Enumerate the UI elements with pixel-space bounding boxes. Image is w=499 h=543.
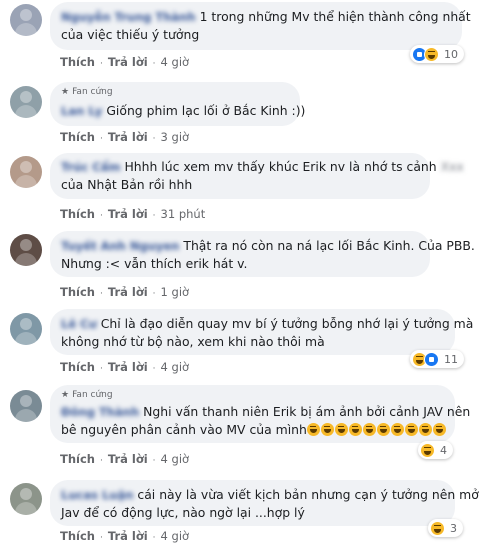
reaction-count: 10	[444, 47, 458, 61]
comment-actions: Thích · Trả lời · 4 giờ	[60, 360, 190, 374]
comment-bubble: Tuyết Anh Nguyen Thật ra nó còn na ná lạc…	[50, 231, 475, 277]
comment-text-line-1: Giống phim lạc lối ở Bắc Kinh :))	[106, 103, 306, 118]
fan-badge: ★ Fan cứng	[61, 390, 113, 400]
reply-button[interactable]: Trả lời	[108, 130, 148, 144]
commenter-name[interactable]: Đông Thành	[61, 403, 139, 421]
like-button[interactable]: Thích	[60, 452, 95, 466]
star-icon: ★	[61, 87, 70, 97]
fan-badge: ★ Fan cứng	[61, 87, 113, 97]
comment-actions: Thích · Trả lời · 4 giờ	[60, 452, 190, 466]
reply-button[interactable]: Trả lời	[108, 529, 148, 543]
avatar[interactable]	[10, 390, 42, 422]
comment-text-line-1: Chỉ là đạo diễn quay mv bí ý tưởng bỗng …	[100, 316, 474, 331]
timestamp[interactable]: 1 giờ	[161, 285, 190, 299]
comment-text-line-2: của Nhật Bản rồi hhh	[61, 177, 193, 192]
comment-actions: Thích · Trả lời · 31 phút	[60, 207, 206, 221]
haha-icon	[420, 442, 435, 458]
comment-text-line-1: 1 trong những Mv thể hiện thành công nhấ…	[199, 9, 471, 24]
laughing-emoji-row	[306, 423, 446, 436]
haha-icon	[424, 46, 439, 62]
commenter-name[interactable]: Lê Cư	[61, 315, 97, 333]
commenter-name[interactable]: Trúc Cẩm	[61, 158, 120, 176]
timestamp[interactable]: 31 phút	[161, 207, 206, 221]
reaction-summary[interactable]: 3	[428, 519, 463, 537]
comment-text-line-2: không nhớ từ bộ nào, xem khi nào thôi mà	[61, 334, 325, 349]
like-button[interactable]: Thích	[60, 285, 95, 299]
comment-text-line-2: bê nguyên phân cảnh vào MV của mình	[61, 422, 307, 437]
timestamp[interactable]: 4 giờ	[161, 452, 190, 466]
reply-button[interactable]: Trả lời	[108, 207, 148, 221]
star-icon: ★	[61, 390, 70, 400]
timestamp[interactable]: 4 giờ	[161, 529, 190, 543]
like-button[interactable]: Thích	[60, 529, 95, 543]
comment-text-line-1: Nghi vấn thanh niên Erik bị ám ảnh bởi c…	[143, 404, 471, 419]
reply-button[interactable]: Trả lời	[108, 360, 148, 374]
like-icon	[424, 351, 439, 367]
like-button[interactable]: Thích	[60, 360, 95, 374]
commenter-name[interactable]: Lan Ly	[61, 102, 102, 120]
comment-text-line-1: cái này là vừa viết kịch bản nhưng cạn ý…	[137, 487, 479, 502]
haha-icon	[430, 520, 445, 536]
avatar[interactable]	[10, 86, 42, 118]
blurred-word: Xxx	[440, 159, 464, 174]
timestamp[interactable]: 4 giờ	[161, 360, 190, 374]
avatar[interactable]	[10, 156, 42, 188]
commenter-name[interactable]: Nguyễn Trung Thành	[61, 8, 196, 26]
comment-text-line-2: Jav để có động lực, nào ngờ lại ...hợp l…	[61, 505, 305, 520]
commenter-name[interactable]: Tuyết Anh Nguyen	[61, 237, 179, 255]
reaction-summary[interactable]: 4	[418, 441, 453, 459]
like-button[interactable]: Thích	[60, 130, 95, 144]
like-button[interactable]: Thích	[60, 55, 95, 69]
comment-text-line-2: Nhưng :< vẫn thích erik hát v.	[61, 256, 248, 271]
reaction-count: 3	[450, 521, 457, 535]
avatar[interactable]	[10, 483, 42, 515]
reply-button[interactable]: Trả lời	[108, 452, 148, 466]
avatar[interactable]	[10, 234, 42, 266]
comment-text-line-1: Hhhh lúc xem mv thấy khúc Erik nv là nhớ…	[124, 159, 437, 174]
avatar[interactable]	[10, 4, 42, 36]
timestamp[interactable]: 4 giờ	[161, 55, 190, 69]
comment-bubble: Lucas Luận cái này là vừa viết kịch bản n…	[50, 480, 479, 526]
comment-bubble: Nguyễn Trung Thành 1 trong những Mv thể h…	[50, 2, 471, 50]
comment-bubble: Trúc Cẩm Hhhh lúc xem mv thấy khúc Erik n…	[50, 153, 464, 199]
comment-actions: Thích · Trả lời · 4 giờ	[60, 529, 190, 543]
reaction-summary[interactable]: 11	[410, 350, 464, 368]
reaction-summary[interactable]: 10	[410, 45, 464, 63]
reaction-count: 4	[440, 443, 447, 457]
comment-actions: Thích · Trả lời · 3 giờ	[60, 130, 190, 144]
comment-bubble: ★ Fan cứng Đông Thành Nghi vấn thanh niên …	[50, 385, 470, 443]
commenter-name[interactable]: Lucas Luận	[61, 486, 133, 504]
comment-bubble: Lê Cư Chỉ là đạo diễn quay mv bí ý tưởng …	[50, 309, 473, 355]
timestamp[interactable]: 3 giờ	[161, 130, 190, 144]
avatar[interactable]	[10, 313, 42, 345]
reaction-count: 11	[444, 352, 458, 366]
reply-button[interactable]: Trả lời	[108, 285, 148, 299]
comment-text-line-2: của việc thiếu ý tưởng	[61, 27, 200, 42]
reply-button[interactable]: Trả lời	[108, 55, 148, 69]
comment-bubble: ★ Fan cứng Lan Ly Giống phim lạc lối ở Bắc…	[50, 82, 305, 126]
comment-actions: Thích · Trả lời · 4 giờ	[60, 55, 190, 69]
comment-text-line-1: Thật ra nó còn na ná lạc lối Bắc Kinh. C…	[183, 238, 475, 253]
comment-actions: Thích · Trả lời · 1 giờ	[60, 285, 190, 299]
like-button[interactable]: Thích	[60, 207, 95, 221]
